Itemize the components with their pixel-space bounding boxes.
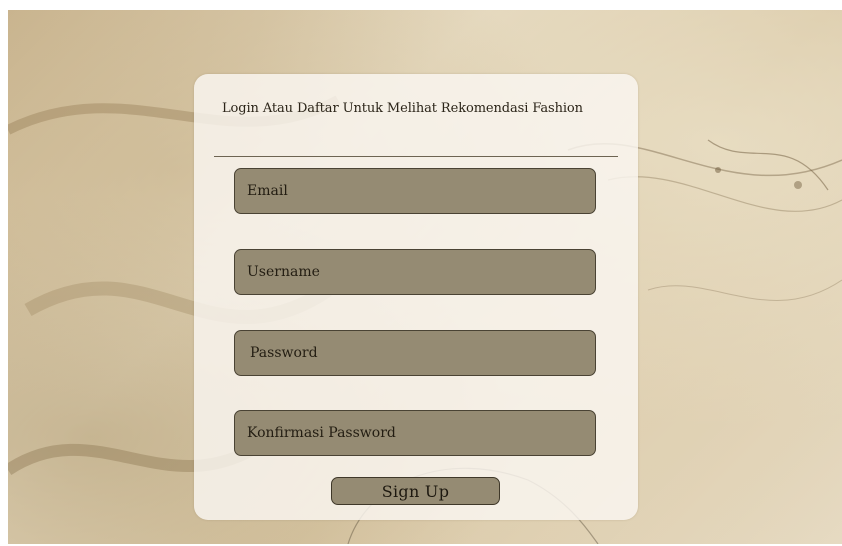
sign-up-label: Sign Up — [381, 481, 450, 501]
confirm-password-field[interactable]: Konfirmasi Password — [234, 410, 596, 456]
background-image: Login Atau Daftar Untuk Melihat Rekomend… — [8, 10, 842, 544]
confirm-password-placeholder: Konfirmasi Password — [247, 425, 396, 441]
email-placeholder: Email — [247, 183, 288, 199]
password-placeholder: Password — [250, 345, 318, 361]
username-placeholder: Username — [247, 264, 320, 280]
email-field[interactable]: Email — [234, 168, 596, 214]
sign-up-button[interactable]: Sign Up — [331, 477, 500, 505]
username-field[interactable]: Username — [234, 249, 596, 295]
form-title: Login Atau Daftar Untuk Melihat Rekomend… — [222, 101, 583, 116]
title-divider — [214, 156, 618, 157]
signup-card: Login Atau Daftar Untuk Melihat Rekomend… — [194, 74, 638, 520]
password-field[interactable]: Password — [234, 330, 596, 376]
